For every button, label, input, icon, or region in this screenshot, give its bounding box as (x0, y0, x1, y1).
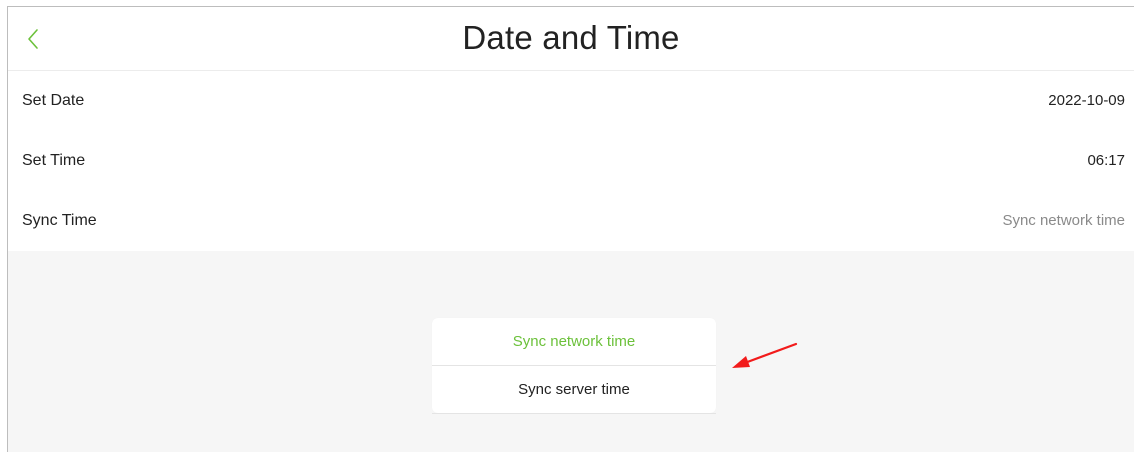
sync-options-popup: Sync network time Sync server time (432, 318, 716, 414)
sync-network-time-option[interactable]: Sync network time (432, 318, 716, 366)
set-time-label: Set Time (22, 152, 86, 169)
header-bar: Date and Time (8, 7, 1134, 71)
sync-time-label: Sync Time (22, 212, 97, 229)
sync-time-row[interactable]: Sync Time Sync network time (8, 191, 1134, 251)
set-date-value: 2022-10-09 (1048, 92, 1125, 109)
screen: Date and Time Set Date 2022-10-09 Set Ti… (7, 6, 1134, 452)
sync-server-time-option[interactable]: Sync server time (432, 366, 716, 414)
page-title: Date and Time (462, 19, 680, 56)
set-time-value: 06:17 (1087, 152, 1125, 169)
sync-time-value: Sync network time (1002, 212, 1125, 229)
set-time-row[interactable]: Set Time 06:17 (8, 131, 1134, 192)
set-date-row[interactable]: Set Date 2022-10-09 (8, 71, 1134, 132)
red-arrow-icon (732, 342, 798, 368)
set-date-label: Set Date (22, 92, 85, 109)
